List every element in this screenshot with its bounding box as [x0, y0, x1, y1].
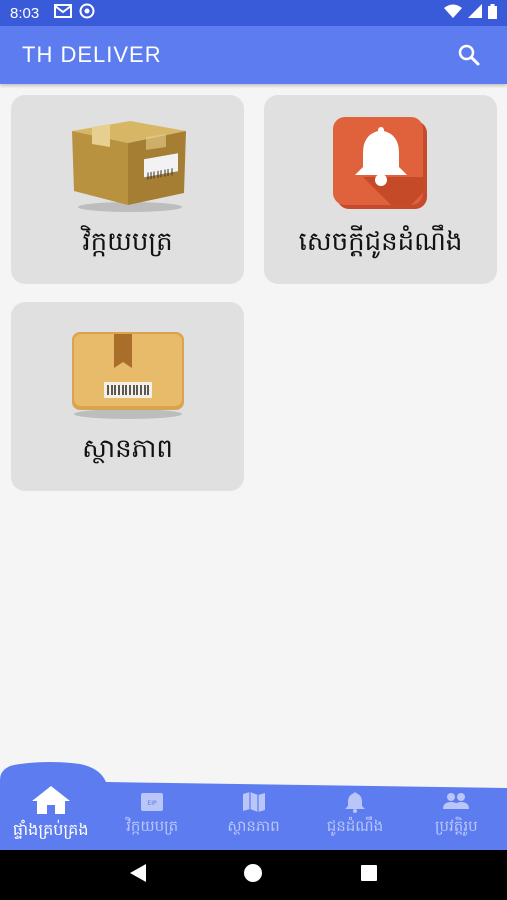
invoice-card-label: វិក្កយបត្រ	[82, 227, 173, 257]
notification-card[interactable]: សេចក្តីជូនដំណឹង	[264, 95, 497, 284]
bottom-navigation: ផ្ទាំងគ្រប់គ្រង EIP វិក្កយបត្រ ស្ថានភាព …	[0, 760, 507, 850]
home-circle-icon	[244, 864, 263, 882]
system-navigation-bar	[0, 850, 507, 900]
recents-button[interactable]	[359, 863, 379, 887]
people-icon	[443, 793, 470, 809]
package-barcode-icon	[63, 322, 193, 422]
back-icon	[129, 864, 146, 882]
nav-label-notification: ជូនដំណឹង	[326, 817, 384, 835]
nav-item-notification[interactable]: ជូនដំណឹង	[304, 785, 405, 850]
search-icon	[458, 44, 480, 66]
sync-icon	[79, 3, 95, 23]
home-button[interactable]	[243, 863, 263, 887]
app-title: TH DELIVER	[22, 42, 162, 67]
nav-item-status[interactable]: ស្ថានភាព	[203, 785, 304, 850]
bell-icon	[344, 792, 365, 813]
map-icon	[242, 792, 265, 812]
nav-label-dashboard: ផ្ទាំងគ្រប់គ្រង	[12, 820, 89, 839]
nav-item-profile[interactable]: ប្រវត្តិរូប	[406, 785, 507, 850]
status-time: 8:03	[10, 4, 40, 22]
status-card-label: ស្ថានភាព	[82, 434, 173, 464]
nav-item-dashboard[interactable]: ផ្ទាំងគ្រប់គ្រង	[0, 785, 101, 850]
home-icon	[31, 786, 70, 814]
nav-label-profile: ប្រវត្តិរូប	[435, 817, 478, 835]
bell-icon	[316, 115, 446, 215]
status-bar: 8:03	[0, 0, 507, 26]
notification-card-label: សេចក្តីជូនដំណឹង	[298, 227, 463, 257]
invoice-card[interactable]: វិក្កយបត្រ	[11, 95, 244, 284]
back-button[interactable]	[128, 863, 148, 887]
svg-text:EIP: EIP	[148, 800, 158, 807]
nav-label-invoice: វិក្កយបត្រ	[126, 817, 179, 835]
wifi-icon	[444, 4, 462, 22]
app-bar: TH DELIVER	[0, 26, 507, 84]
invoice-icon: EIP	[141, 793, 164, 811]
recents-icon	[361, 865, 378, 881]
nav-item-invoice[interactable]: EIP វិក្កយបត្រ	[101, 785, 202, 850]
cardboard-box-icon	[63, 115, 193, 215]
mail-icon	[54, 4, 73, 22]
signal-icon	[468, 4, 482, 22]
battery-icon	[488, 3, 497, 23]
search-button[interactable]	[453, 39, 485, 71]
nav-label-status: ស្ថានភាព	[227, 817, 280, 835]
status-card[interactable]: ស្ថានភាព	[11, 302, 244, 491]
